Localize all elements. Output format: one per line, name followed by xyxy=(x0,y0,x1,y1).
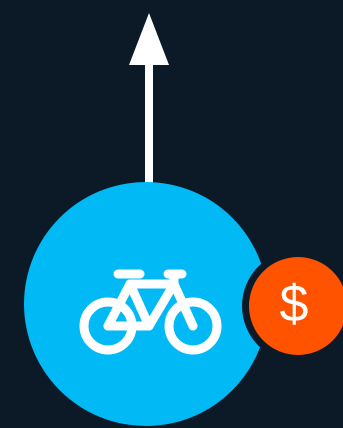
fare-badge: $ xyxy=(242,250,343,362)
bicycle-icon xyxy=(79,269,222,355)
dollar-icon: $ xyxy=(249,257,343,355)
bike-mode-button[interactable] xyxy=(24,182,268,426)
transit-mode-marker: $ xyxy=(0,0,343,428)
direction-arrow-icon xyxy=(145,62,153,192)
fare-symbol: $ xyxy=(279,275,309,333)
direction-arrow-head-icon xyxy=(129,13,169,65)
